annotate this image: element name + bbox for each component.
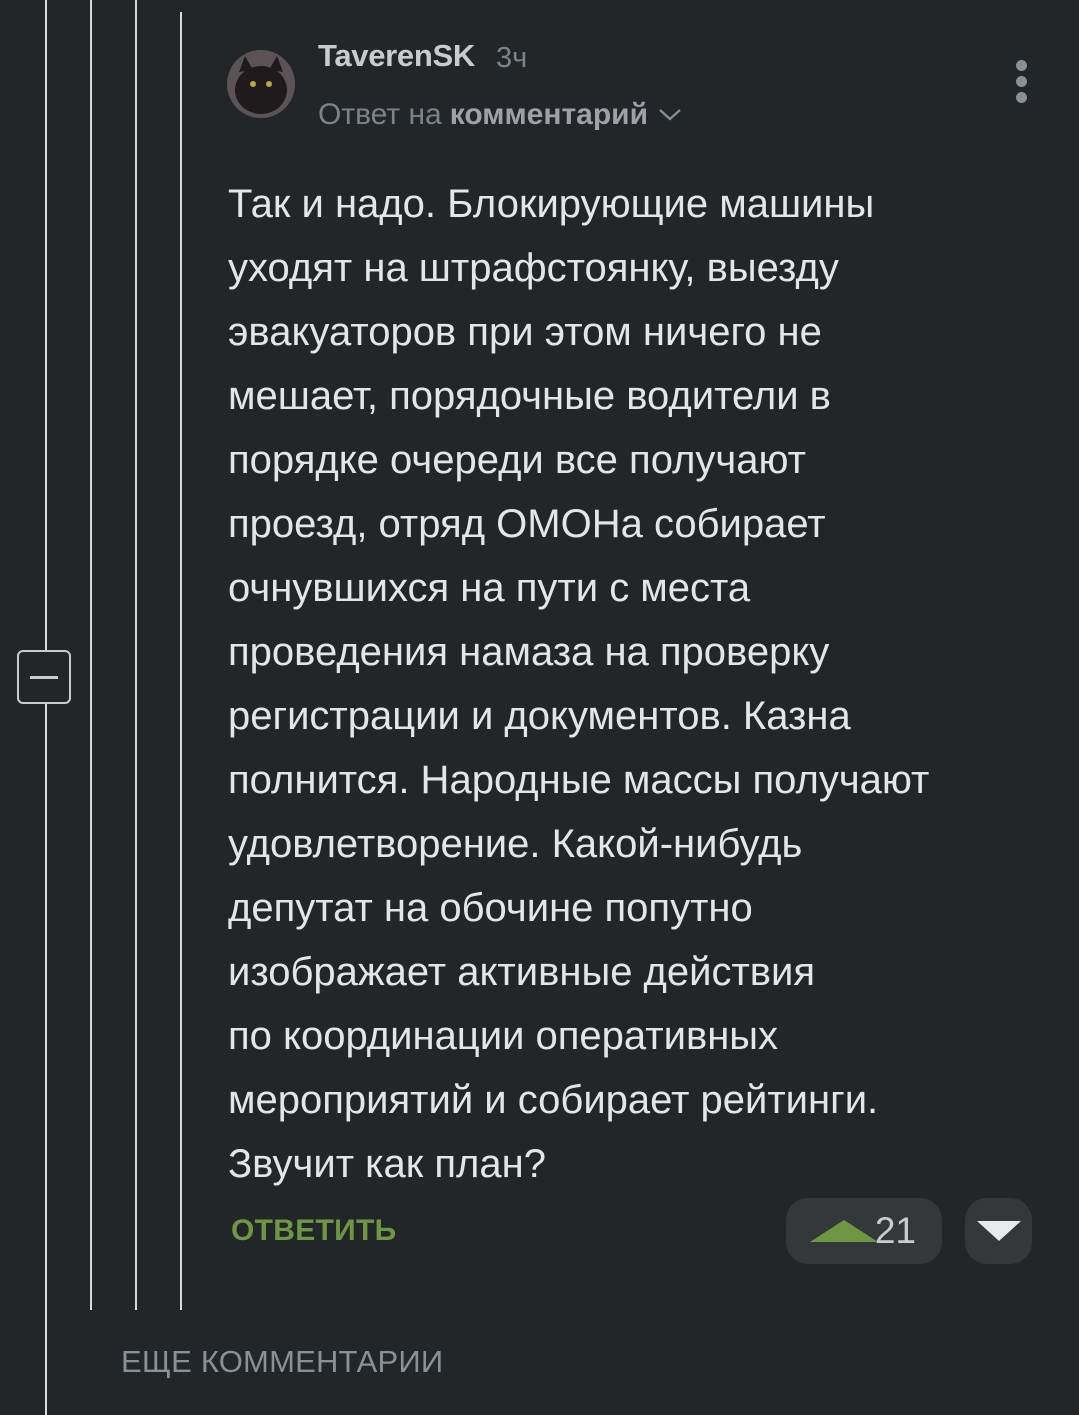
downvote-button[interactable] (965, 1198, 1032, 1264)
minus-icon (30, 675, 58, 679)
cat-avatar-icon (227, 50, 295, 118)
thread-line-1 (45, 0, 47, 1415)
more-comments-link[interactable]: ЕЩЕ КОММЕНТАРИИ (121, 1344, 443, 1380)
more-vertical-icon (1008, 60, 1034, 103)
thread-line-3 (135, 0, 137, 1310)
thread-line-2 (90, 0, 92, 1310)
reply-button[interactable]: ОТВЕТИТЬ (231, 1214, 397, 1248)
triangle-down-icon (976, 1221, 1021, 1241)
reply-to-target: комментарий (449, 98, 649, 131)
thread-line-4 (180, 12, 182, 1310)
triangle-up-icon (810, 1220, 878, 1242)
avatar[interactable] (227, 50, 295, 118)
comment-time: 3ч (496, 42, 528, 74)
upvote-button[interactable]: 21 (786, 1198, 942, 1264)
reply-to-prefix: Ответ на (318, 98, 442, 131)
collapse-thread-button[interactable] (17, 650, 71, 704)
reply-to-link[interactable]: Ответ на комментарий (318, 98, 682, 132)
comment-body: Так и надо. Блокирующие машины уходят на… (228, 182, 930, 1186)
comment-author[interactable]: TaverenSK (318, 38, 475, 74)
rating-count: 21 (874, 1210, 916, 1251)
more-options-button[interactable] (1008, 60, 1034, 104)
chevron-down-icon (659, 109, 681, 121)
